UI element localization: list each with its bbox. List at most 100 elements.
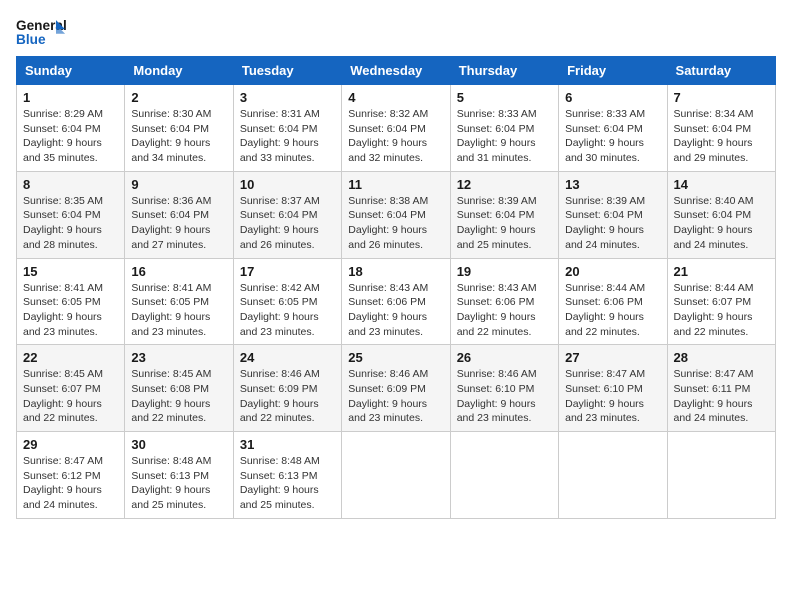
day-info: Sunrise: 8:33 AMSunset: 6:04 PMDaylight:… — [565, 107, 660, 166]
calendar-cell: 18Sunrise: 8:43 AMSunset: 6:06 PMDayligh… — [342, 258, 450, 345]
day-number: 22 — [23, 350, 118, 365]
day-info: Sunrise: 8:45 AMSunset: 6:07 PMDaylight:… — [23, 367, 118, 426]
day-number: 24 — [240, 350, 335, 365]
header: General Blue — [16, 16, 776, 46]
calendar-cell: 17 Sunrise: 8:42 AMSunset: 6:05 PMDayligh… — [233, 258, 341, 345]
day-number: 26 — [457, 350, 552, 365]
calendar-cell: 30 Sunrise: 8:48 AMSunset: 6:13 PMDayligh… — [125, 432, 233, 519]
calendar-cell: 8 Sunrise: 8:35 AMSunset: 6:04 PMDaylight… — [17, 171, 125, 258]
day-number: 31 — [240, 437, 335, 452]
day-info: Sunrise: 8:35 AMSunset: 6:04 PMDaylight:… — [23, 194, 118, 253]
calendar-cell: 10 Sunrise: 8:37 AMSunset: 6:04 PMDayligh… — [233, 171, 341, 258]
calendar-cell: 11Sunrise: 8:38 AMSunset: 6:04 PMDayligh… — [342, 171, 450, 258]
day-number: 1 — [23, 90, 118, 105]
day-number: 28 — [674, 350, 769, 365]
day-number: 11 — [348, 177, 443, 192]
day-number: 27 — [565, 350, 660, 365]
day-info: Sunrise: 8:39 AMSunset: 6:04 PMDaylight:… — [457, 194, 552, 253]
calendar-cell: 13 Sunrise: 8:39 AMSunset: 6:04 PMDayligh… — [559, 171, 667, 258]
calendar-week-2: 8 Sunrise: 8:35 AMSunset: 6:04 PMDaylight… — [17, 171, 776, 258]
calendar-cell: 19 Sunrise: 8:43 AMSunset: 6:06 PMDayligh… — [450, 258, 558, 345]
day-info: Sunrise: 8:46 AMSunset: 6:10 PMDaylight:… — [457, 367, 552, 426]
calendar-cell: 14 Sunrise: 8:40 AMSunset: 6:04 PMDayligh… — [667, 171, 775, 258]
calendar-cell: 9Sunrise: 8:36 AMSunset: 6:04 PMDaylight… — [125, 171, 233, 258]
calendar-cell: 27 Sunrise: 8:47 AMSunset: 6:10 PMDayligh… — [559, 345, 667, 432]
calendar-table: SundayMondayTuesdayWednesdayThursdayFrid… — [16, 56, 776, 519]
weekday-header-sunday: Sunday — [17, 57, 125, 85]
day-number: 23 — [131, 350, 226, 365]
calendar-cell — [667, 432, 775, 519]
calendar-cell: 20Sunrise: 8:44 AMSunset: 6:06 PMDayligh… — [559, 258, 667, 345]
calendar-cell: 21 Sunrise: 8:44 AMSunset: 6:07 PMDayligh… — [667, 258, 775, 345]
calendar-cell — [559, 432, 667, 519]
day-number: 10 — [240, 177, 335, 192]
calendar-cell: 5 Sunrise: 8:33 AMSunset: 6:04 PMDaylight… — [450, 85, 558, 172]
day-info: Sunrise: 8:46 AMSunset: 6:09 PMDaylight:… — [240, 367, 335, 426]
day-info: Sunrise: 8:47 AMSunset: 6:11 PMDaylight:… — [674, 367, 769, 426]
day-number: 19 — [457, 264, 552, 279]
calendar-cell: 25 Sunrise: 8:46 AMSunset: 6:09 PMDayligh… — [342, 345, 450, 432]
calendar-cell: 31 Sunrise: 8:48 AMSunset: 6:13 PMDayligh… — [233, 432, 341, 519]
calendar-cell: 28 Sunrise: 8:47 AMSunset: 6:11 PMDayligh… — [667, 345, 775, 432]
day-number: 30 — [131, 437, 226, 452]
day-number: 25 — [348, 350, 443, 365]
calendar-cell: 2 Sunrise: 8:30 AMSunset: 6:04 PMDaylight… — [125, 85, 233, 172]
day-number: 7 — [674, 90, 769, 105]
weekday-header-monday: Monday — [125, 57, 233, 85]
day-info: Sunrise: 8:32 AMSunset: 6:04 PMDaylight:… — [348, 107, 443, 166]
calendar-cell — [342, 432, 450, 519]
day-info: Sunrise: 8:37 AMSunset: 6:04 PMDaylight:… — [240, 194, 335, 253]
day-number: 16 — [131, 264, 226, 279]
day-info: Sunrise: 8:33 AMSunset: 6:04 PMDaylight:… — [457, 107, 552, 166]
day-number: 9 — [131, 177, 226, 192]
day-number: 5 — [457, 90, 552, 105]
calendar-cell — [450, 432, 558, 519]
calendar-week-3: 15 Sunrise: 8:41 AMSunset: 6:05 PMDayligh… — [17, 258, 776, 345]
day-number: 12 — [457, 177, 552, 192]
weekday-header-tuesday: Tuesday — [233, 57, 341, 85]
calendar-cell: 26 Sunrise: 8:46 AMSunset: 6:10 PMDayligh… — [450, 345, 558, 432]
day-info: Sunrise: 8:30 AMSunset: 6:04 PMDaylight:… — [131, 107, 226, 166]
weekday-header-saturday: Saturday — [667, 57, 775, 85]
day-info: Sunrise: 8:40 AMSunset: 6:04 PMDaylight:… — [674, 194, 769, 253]
day-info: Sunrise: 8:48 AMSunset: 6:13 PMDaylight:… — [240, 454, 335, 513]
calendar-cell: 29 Sunrise: 8:47 AMSunset: 6:12 PMDayligh… — [17, 432, 125, 519]
day-info: Sunrise: 8:31 AMSunset: 6:04 PMDaylight:… — [240, 107, 335, 166]
day-info: Sunrise: 8:42 AMSunset: 6:05 PMDaylight:… — [240, 281, 335, 340]
logo-icon: General Blue — [16, 16, 66, 46]
calendar-cell: 4Sunrise: 8:32 AMSunset: 6:04 PMDaylight… — [342, 85, 450, 172]
svg-text:Blue: Blue — [16, 31, 46, 46]
calendar-cell: 12 Sunrise: 8:39 AMSunset: 6:04 PMDayligh… — [450, 171, 558, 258]
day-info: Sunrise: 8:47 AMSunset: 6:12 PMDaylight:… — [23, 454, 118, 513]
day-number: 17 — [240, 264, 335, 279]
day-info: Sunrise: 8:45 AMSunset: 6:08 PMDaylight:… — [131, 367, 226, 426]
calendar-cell: 15Sunrise: 8:41 AMSunset: 6:05 PMDayligh… — [17, 258, 125, 345]
calendar-cell: 3 Sunrise: 8:31 AMSunset: 6:04 PMDaylight… — [233, 85, 341, 172]
day-info: Sunrise: 8:29 AMSunset: 6:04 PMDaylight:… — [23, 107, 118, 166]
day-info: Sunrise: 8:41 AMSunset: 6:05 PMDaylight:… — [131, 281, 226, 340]
day-info: Sunrise: 8:44 AMSunset: 6:06 PMDaylight:… — [565, 281, 660, 340]
calendar-cell: 7 Sunrise: 8:34 AMSunset: 6:04 PMDaylight… — [667, 85, 775, 172]
day-info: Sunrise: 8:44 AMSunset: 6:07 PMDaylight:… — [674, 281, 769, 340]
day-info: Sunrise: 8:43 AMSunset: 6:06 PMDaylight:… — [348, 281, 443, 340]
day-number: 8 — [23, 177, 118, 192]
day-number: 2 — [131, 90, 226, 105]
day-info: Sunrise: 8:46 AMSunset: 6:09 PMDaylight:… — [348, 367, 443, 426]
day-number: 21 — [674, 264, 769, 279]
day-number: 14 — [674, 177, 769, 192]
day-info: Sunrise: 8:39 AMSunset: 6:04 PMDaylight:… — [565, 194, 660, 253]
day-info: Sunrise: 8:34 AMSunset: 6:04 PMDaylight:… — [674, 107, 769, 166]
day-number: 3 — [240, 90, 335, 105]
weekday-header-friday: Friday — [559, 57, 667, 85]
day-number: 13 — [565, 177, 660, 192]
day-info: Sunrise: 8:47 AMSunset: 6:10 PMDaylight:… — [565, 367, 660, 426]
calendar-week-1: 1 Sunrise: 8:29 AMSunset: 6:04 PMDaylight… — [17, 85, 776, 172]
day-number: 29 — [23, 437, 118, 452]
weekday-header-wednesday: Wednesday — [342, 57, 450, 85]
calendar-week-4: 22 Sunrise: 8:45 AMSunset: 6:07 PMDayligh… — [17, 345, 776, 432]
calendar-cell: 22 Sunrise: 8:45 AMSunset: 6:07 PMDayligh… — [17, 345, 125, 432]
weekday-header-thursday: Thursday — [450, 57, 558, 85]
day-info: Sunrise: 8:48 AMSunset: 6:13 PMDaylight:… — [131, 454, 226, 513]
day-info: Sunrise: 8:43 AMSunset: 6:06 PMDaylight:… — [457, 281, 552, 340]
day-number: 15 — [23, 264, 118, 279]
